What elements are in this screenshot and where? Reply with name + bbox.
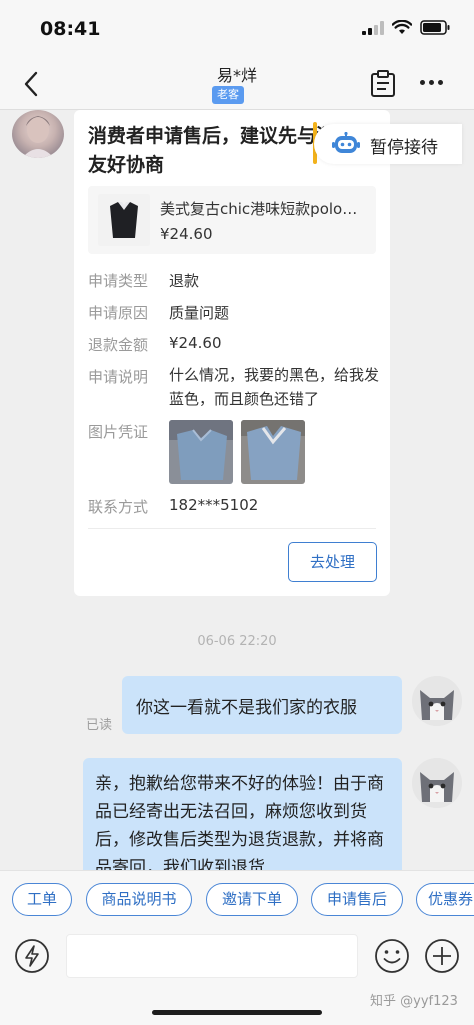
proof-photo-icon	[241, 420, 305, 484]
field-value-contact[interactable]: 182***5102	[169, 496, 258, 514]
watermark: 知乎 @yyf123	[370, 994, 458, 1009]
lightning-icon	[15, 939, 49, 973]
quick-action-bar: 工单 商品说明书 邀请下单 申请售后 优惠券	[0, 870, 474, 928]
message-timestamp: 06-06 22:20	[197, 634, 277, 649]
after-sale-card: 消费者申请售后，建议先与消费者友好协商 美式复古chic港味短款polo领小背心…	[74, 110, 390, 596]
product-thumbnail	[98, 194, 150, 246]
field-value-amount: ¥24.60	[169, 334, 222, 352]
field-label-description: 申请说明	[88, 368, 149, 386]
customer-avatar-image	[22, 116, 54, 158]
field-value-description: 什么情况，我要的黑色，给我发蓝色，而且颜色还错了	[169, 366, 380, 408]
field-label-amount: 退款金额	[88, 336, 149, 354]
cat-avatar-image	[412, 758, 462, 808]
top-garment-image	[98, 194, 150, 246]
field-label-reason: 申请原因	[88, 304, 149, 322]
more-dot-icon	[429, 80, 434, 85]
input-bar: 知乎 @yyf123	[0, 928, 474, 1025]
status-time: 08:41	[40, 18, 101, 40]
field-label-type: 申请类型	[88, 272, 149, 290]
customer-badge: 老客	[212, 86, 244, 104]
process-button[interactable]: 去处理	[288, 542, 377, 582]
status-icons	[362, 20, 450, 35]
proof-photo-icon	[169, 420, 233, 484]
more-actions-button[interactable]	[424, 938, 460, 978]
chat-header: 易*烊 老客	[0, 58, 474, 110]
product-price: ¥24.60	[160, 225, 213, 243]
seller-message-text: 亲，抱歉给您带来不好的体验！由于商品已经寄出无法召回，麻烦您收到货后，修改售后类…	[95, 774, 384, 878]
signal-icon	[362, 20, 384, 35]
proof-image[interactable]	[169, 420, 233, 484]
status-bar: 08:41	[0, 0, 474, 58]
seller-avatar[interactable]	[412, 676, 462, 726]
card-divider	[88, 528, 376, 529]
quick-action-after-sale[interactable]: 申请售后	[311, 883, 403, 916]
home-indicator	[152, 1010, 322, 1015]
quick-action-ticket[interactable]: 工单	[12, 883, 72, 916]
cat-avatar-image	[412, 676, 462, 726]
more-dot-icon	[438, 80, 443, 85]
seller-message[interactable]: 你这一看就不是我们家的衣服	[122, 676, 402, 734]
quick-reply-button[interactable]	[14, 938, 50, 978]
product-summary[interactable]: 美式复古chic港味短款polo领小背心 ¥24.60	[88, 186, 376, 254]
field-value-type: 退款	[169, 272, 200, 290]
quick-action-invite-order[interactable]: 邀请下单	[206, 883, 298, 916]
pause-reception-button[interactable]: 暂停接待	[314, 124, 462, 164]
seller-avatar[interactable]	[412, 758, 462, 808]
pause-reception-label: 暂停接待	[370, 138, 438, 158]
contact-name: 易*烊	[216, 66, 257, 85]
product-name: 美式复古chic港味短款polo领小背心	[160, 200, 368, 218]
quick-action-coupon[interactable]: 优惠券	[416, 883, 474, 916]
plus-icon	[425, 939, 459, 973]
field-label-proof: 图片凭证	[88, 423, 149, 441]
quick-action-product-manual[interactable]: 商品说明书	[86, 883, 192, 916]
smiley-icon	[375, 939, 409, 973]
battery-icon	[420, 20, 450, 35]
read-receipt: 已读	[86, 718, 113, 733]
wifi-icon	[392, 20, 412, 34]
field-label-contact: 联系方式	[88, 498, 149, 516]
seller-message[interactable]: 亲，抱歉给您带来不好的体验！由于商品已经寄出无法召回，麻烦您收到货后，修改售后类…	[83, 758, 402, 888]
field-value-reason: 质量问题	[169, 304, 230, 322]
message-input[interactable]	[66, 934, 358, 978]
order-button[interactable]	[370, 70, 396, 102]
robot-icon	[332, 132, 360, 153]
more-dot-icon	[420, 80, 425, 85]
clipboard-icon	[371, 70, 395, 97]
more-button[interactable]	[420, 80, 443, 85]
seller-message-text: 你这一看就不是我们家的衣服	[136, 698, 357, 718]
emoji-button[interactable]	[374, 938, 410, 978]
customer-avatar[interactable]	[12, 110, 64, 158]
proof-image[interactable]	[241, 420, 305, 484]
